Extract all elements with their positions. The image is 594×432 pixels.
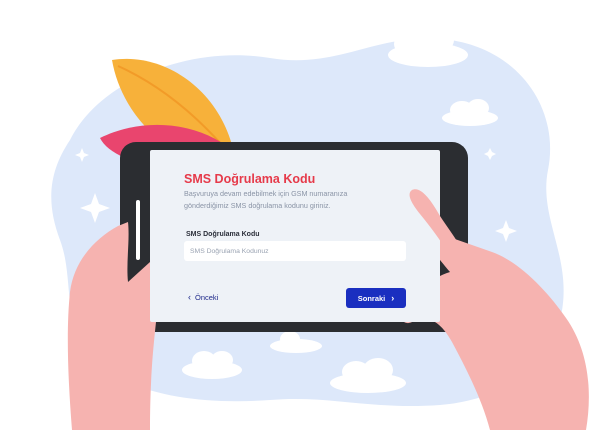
page-title: SMS Doğrulama Kodu (184, 172, 316, 186)
sms-code-label: SMS Doğrulama Kodu (186, 231, 260, 238)
form-description: Başvuruya devam edebilmek için GSM numar… (184, 189, 348, 210)
next-button-label: Sonraki (357, 293, 386, 303)
sms-code-input[interactable] (184, 241, 406, 261)
previous-button[interactable]: ‹ Önceki (188, 289, 218, 305)
chevron-right-icon: › (391, 292, 395, 303)
tablet-camera (136, 200, 140, 260)
tablet-screen: SMS Doğrulama Kodu Başvuruya devam edebi… (150, 150, 440, 322)
next-button[interactable]: Sonraki › (346, 288, 406, 308)
chevron-left-icon: ‹ (188, 291, 191, 302)
cloud-icon (388, 26, 468, 67)
previous-button-label: Önceki (195, 292, 219, 302)
